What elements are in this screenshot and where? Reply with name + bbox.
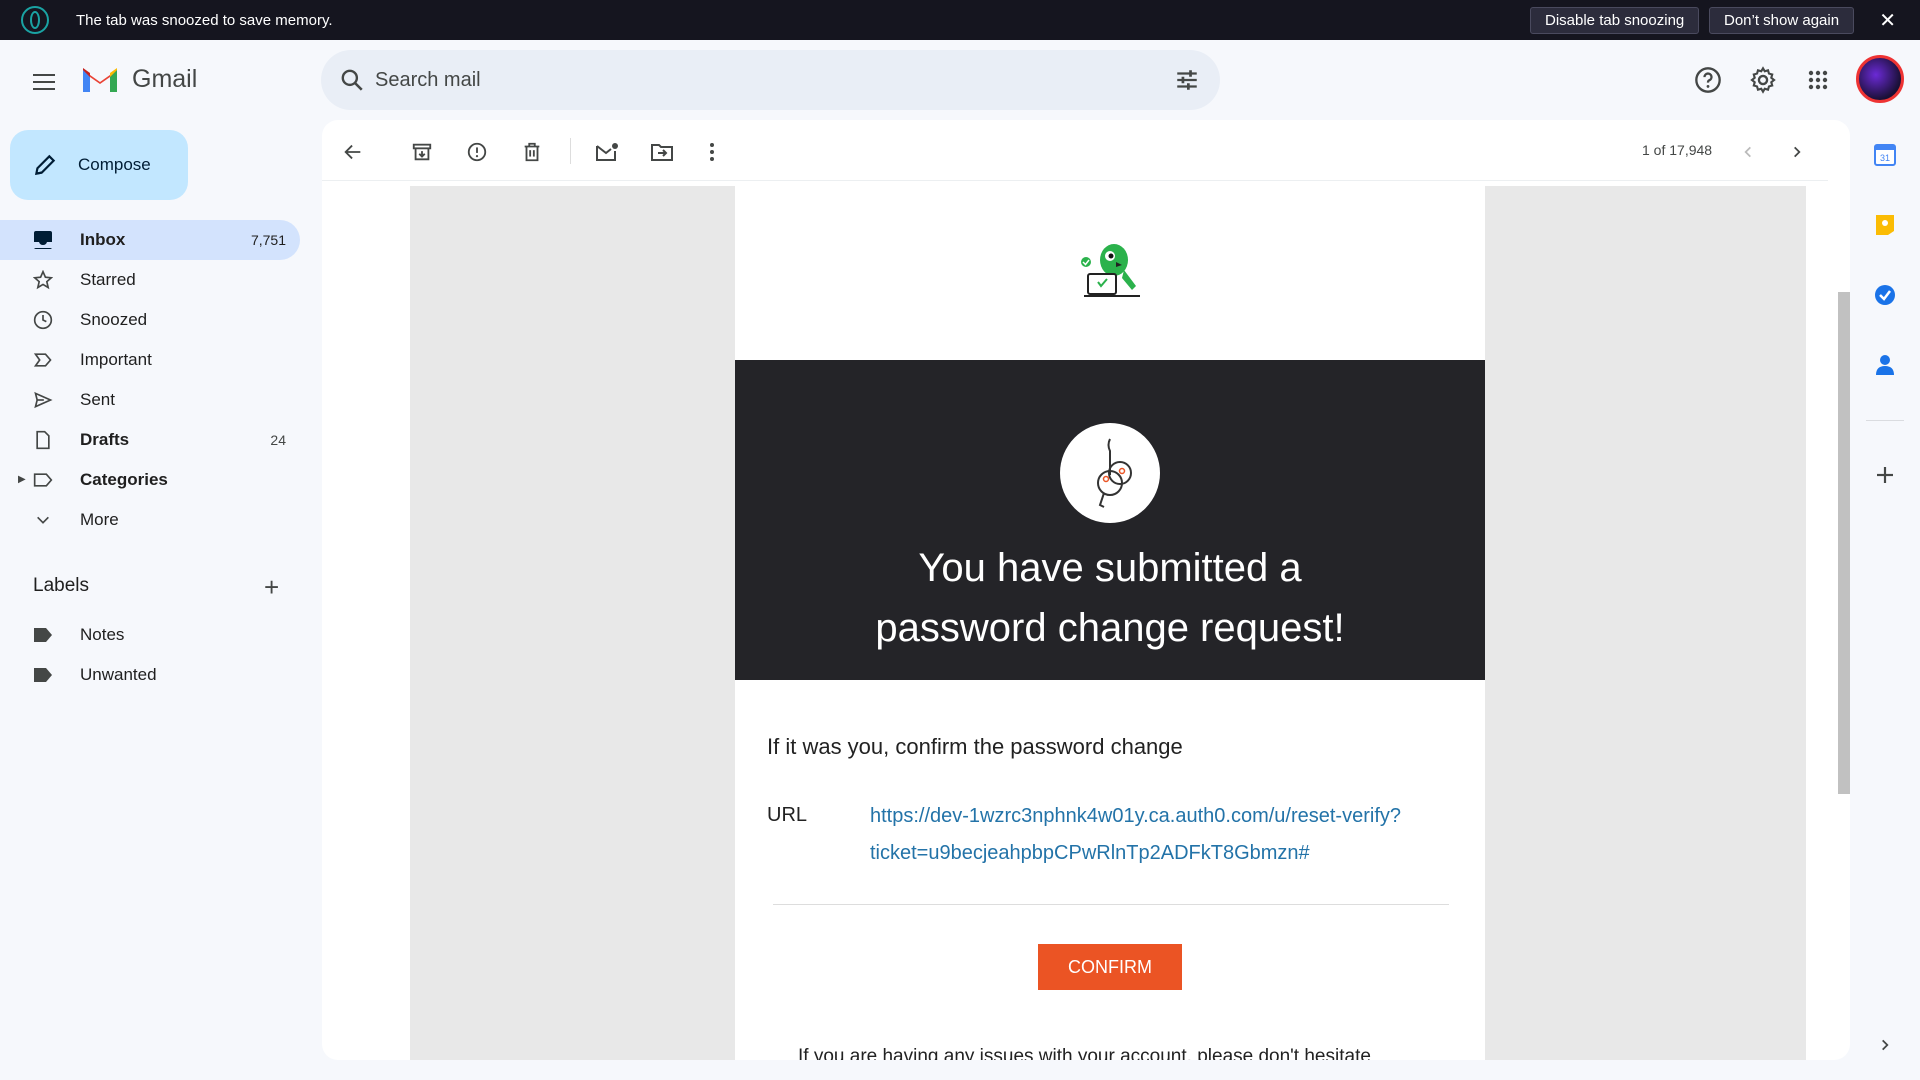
reset-url-link[interactable]: https://dev-1wzrc3nphnk4w01y.ca.auth0.co…	[870, 798, 1440, 872]
newer-chevron-left-icon[interactable]	[1734, 138, 1762, 166]
opera-logo-icon	[21, 6, 49, 34]
label-icon	[33, 470, 53, 490]
compose-label: Compose	[78, 155, 151, 174]
expand-arrow-icon[interactable]: ▶	[18, 474, 26, 485]
keys-icon	[1060, 423, 1160, 523]
disable-tab-snoozing-button[interactable]: Disable tab snoozing	[1530, 7, 1700, 34]
sidebar-item-label: Inbox	[80, 230, 126, 249]
sidebar-item-snoozed[interactable]: Snoozed	[0, 300, 300, 340]
sidebar-item-label: Important	[80, 350, 152, 369]
message-view: 1 of 17,948 You have submitted a passwor…	[322, 120, 1850, 1060]
keep-icon[interactable]	[1872, 212, 1898, 238]
gmail-m-icon	[83, 68, 117, 92]
email-body: You have submitted a password change req…	[735, 186, 1485, 1060]
compose-button[interactable]: Compose	[10, 130, 188, 200]
snooze-message: The tab was snoozed to save memory.	[76, 11, 333, 29]
sidebar-item-important[interactable]: Important	[0, 340, 300, 380]
hero-title-line-2: password change request!	[875, 606, 1345, 650]
labels-heading: Labels	[33, 575, 89, 596]
search-icon[interactable]	[339, 67, 365, 93]
toolbar-divider	[570, 138, 571, 164]
sidebar-item-drafts[interactable]: Drafts 24	[0, 420, 300, 460]
close-icon[interactable]: ✕	[1879, 8, 1896, 33]
search-bar	[321, 50, 1220, 110]
svg-text:31: 31	[1880, 153, 1890, 163]
sidebar-item-label: Categories	[80, 470, 168, 489]
sidebar-label-name: Notes	[80, 625, 125, 644]
sidebar-item-label: Sent	[80, 390, 115, 409]
side-panel-divider	[1866, 420, 1904, 421]
hero-banner: You have submitted a password change req…	[735, 360, 1485, 680]
sidebar-item-starred[interactable]: Starred	[0, 260, 300, 300]
url-label: URL	[767, 804, 808, 826]
important-icon	[33, 350, 53, 370]
toolbar-divider-line	[322, 180, 1828, 181]
search-input[interactable]	[375, 64, 1075, 96]
sidebar-item-label: Starred	[80, 270, 136, 289]
sidebar-item-label: More	[80, 510, 119, 529]
gmail-logo[interactable]: Gmail	[80, 64, 197, 94]
calendar-icon[interactable]: 31	[1872, 142, 1898, 168]
hero-title-line-1: You have submitted a	[918, 546, 1302, 590]
archive-icon[interactable]	[408, 138, 436, 166]
help-icon[interactable]	[1692, 64, 1724, 96]
gmail-wordmark: Gmail	[132, 64, 198, 93]
confirm-prompt: If it was you, confirm the password chan…	[767, 734, 1183, 759]
move-to-folder-icon[interactable]	[648, 138, 676, 166]
footer-text: If you are having any issues with your a…	[798, 1046, 1371, 1060]
sidebar-item-sent[interactable]: Sent	[0, 380, 300, 420]
confirm-button[interactable]: CONFIRM	[1038, 944, 1182, 990]
sidebar-label-name: Unwanted	[80, 665, 157, 684]
sidebar-item-label: Snoozed	[80, 310, 148, 329]
label-tag-icon	[33, 625, 53, 645]
report-spam-icon[interactable]	[463, 138, 491, 166]
delete-trash-icon[interactable]	[518, 138, 546, 166]
sidebar-item-inbox[interactable]: Inbox 7,751	[0, 220, 300, 260]
inbox-icon	[33, 230, 53, 250]
dont-show-again-button[interactable]: Don’t show again	[1709, 7, 1855, 34]
sidebar-label-notes[interactable]: Notes	[0, 615, 300, 655]
message-pager: 1 of 17,948	[1642, 142, 1713, 158]
search-options-icon[interactable]	[1174, 67, 1200, 93]
send-icon	[33, 390, 53, 410]
sidebar-item-categories[interactable]: ▶ Categories	[0, 460, 300, 500]
mark-unread-icon[interactable]	[593, 138, 621, 166]
apps-grid-icon[interactable]	[1802, 64, 1834, 96]
draft-count: 24	[270, 432, 286, 448]
account-avatar[interactable]	[1856, 55, 1904, 103]
draft-icon	[33, 430, 53, 450]
clock-icon	[33, 310, 53, 330]
add-addon-plus-icon[interactable]	[1872, 462, 1898, 488]
add-label-icon[interactable]: +	[264, 572, 279, 603]
unread-count: 7,751	[250, 232, 286, 248]
sidebar-item-label: Drafts	[80, 430, 130, 449]
reset-url-line-1[interactable]: https://dev-1wzrc3nphnk4w01y.ca.auth0.co…	[870, 798, 1440, 835]
scrollbar-thumb[interactable]	[1838, 292, 1850, 794]
mascot-logo-icon	[1081, 244, 1140, 297]
hero-title: You have submitted a password change req…	[735, 538, 1485, 658]
show-side-panel-chevron-icon[interactable]	[1872, 1032, 1898, 1058]
tasks-icon[interactable]	[1872, 282, 1898, 308]
label-tag-icon	[33, 665, 53, 685]
content-divider	[773, 904, 1449, 905]
star-icon	[33, 270, 53, 290]
older-chevron-right-icon[interactable]	[1783, 138, 1811, 166]
contacts-icon[interactable]	[1872, 352, 1898, 378]
more-options-icon[interactable]	[698, 138, 726, 166]
main-menu-icon[interactable]	[28, 66, 60, 98]
sidebar-item-more[interactable]: More	[0, 500, 300, 540]
reset-url-line-2[interactable]: ticket=u9becjeahpbpCPwRlnTp2ADFkT8Gbmzn#	[870, 835, 1440, 872]
pencil-icon	[34, 154, 56, 176]
tab-snooze-bar: The tab was snoozed to save memory. Disa…	[0, 0, 1920, 40]
back-arrow-icon[interactable]	[339, 138, 367, 166]
settings-gear-icon[interactable]	[1747, 64, 1779, 96]
chevron-down-icon	[33, 510, 53, 530]
sidebar-label-unwanted[interactable]: Unwanted	[0, 655, 300, 695]
